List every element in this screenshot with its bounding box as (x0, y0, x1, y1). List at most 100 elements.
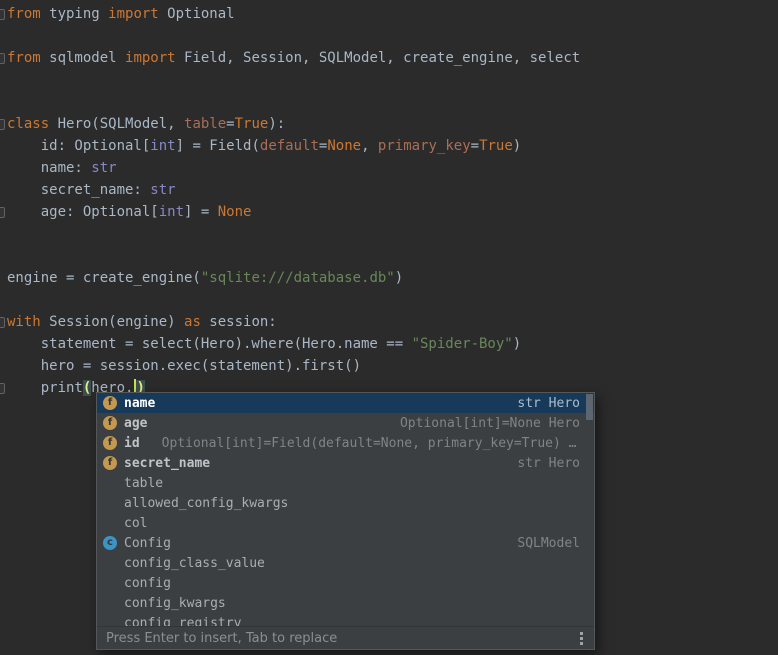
code-line[interactable]: name: str (0, 157, 778, 179)
code-token: typing (41, 6, 108, 22)
completion-item[interactable]: col (97, 513, 594, 533)
code-line[interactable]: age: Optional[int] = None (0, 201, 778, 223)
footer-hint: Press Enter to insert, Tab to replace (106, 631, 337, 646)
code-token: ) (395, 270, 403, 286)
more-options-icon[interactable] (578, 630, 585, 647)
code-line[interactable] (0, 91, 778, 113)
completion-item-label: col (124, 516, 147, 531)
code-line[interactable]: hero = session.exec(statement).first() (0, 355, 778, 377)
completion-item[interactable]: f secret_name str Hero (97, 453, 594, 473)
code-token: name: (7, 160, 91, 176)
completion-item[interactable]: c Config SQLModel (97, 533, 594, 553)
completion-item[interactable]: config_kwargs (97, 593, 594, 613)
code-token: class (7, 116, 49, 132)
code-token: None (218, 204, 252, 220)
completion-footer: Press Enter to insert, Tab to replace (97, 626, 594, 649)
completion-list: fnamestr HerofageOptional[int]=None Hero… (97, 393, 594, 626)
code-token: = (471, 138, 479, 154)
code-token: True (235, 116, 269, 132)
code-line[interactable]: statement = select(Hero).where(Hero.name… (0, 333, 778, 355)
code-token: "Spider-Boy" (412, 336, 513, 352)
code-token: ] = (184, 204, 218, 220)
code-line[interactable]: secret_name: str (0, 179, 778, 201)
code-line[interactable]: with Session(engine) as session: (0, 311, 778, 333)
code-token: ): (268, 116, 285, 132)
code-line[interactable] (0, 223, 778, 245)
completion-item[interactable]: fname str Hero (97, 393, 594, 413)
code-token: int (150, 138, 175, 154)
scrollbar-thumb[interactable] (586, 394, 593, 420)
gutter-fold-icon[interactable] (0, 9, 5, 20)
completion-item-label: allowed_config_kwargs (124, 496, 288, 511)
code-line[interactable]: from typing import Optional (0, 3, 778, 25)
completion-item-label: config_registry (124, 616, 241, 627)
completion-item-type-hint: SQLModel (517, 536, 580, 551)
code-token: session: (201, 314, 277, 330)
code-line[interactable] (0, 25, 778, 47)
code-line[interactable]: from sqlmodel import Field, Session, SQL… (0, 47, 778, 69)
completion-popup: fnamestr HerofageOptional[int]=None Hero… (96, 392, 595, 650)
code-line[interactable] (0, 245, 778, 267)
completion-item-label: name (124, 396, 155, 411)
code-token: id: Optional[ (7, 138, 150, 154)
completion-item-label: Config (124, 536, 171, 551)
code-token: ) (513, 336, 521, 352)
completion-item-label: id (124, 436, 140, 451)
code-line[interactable]: engine = create_engine("sqlite:///databa… (0, 267, 778, 289)
gutter-fold-icon[interactable] (0, 53, 5, 64)
code-token: print (7, 380, 83, 396)
code-token: Hero(SQLModel, (49, 116, 184, 132)
code-token: as (184, 314, 201, 330)
completion-item[interactable]: fage Optional[int]=None Hero (97, 413, 594, 433)
field-icon: f (103, 436, 117, 450)
class-icon: c (103, 536, 117, 550)
code-token: with (7, 314, 41, 330)
code-token: sqlmodel (41, 50, 125, 66)
completion-item-label: table (124, 476, 163, 491)
gutter-fold-icon[interactable] (0, 383, 5, 394)
code-token: True (479, 138, 513, 154)
completion-item[interactable]: config_registry (97, 613, 594, 626)
completion-item-type-hint: Optional[int]=None Hero (400, 416, 580, 431)
completion-item[interactable]: config (97, 573, 594, 593)
completion-item[interactable]: fid Optional[int]=Field(default=None, pri… (97, 433, 594, 453)
code-line[interactable] (0, 69, 778, 91)
completion-item[interactable]: config_class_value (97, 553, 594, 573)
code-token: None (327, 138, 361, 154)
code-token: secret_name: (7, 182, 150, 198)
code-token: from (7, 6, 41, 22)
completion-item-label: config_class_value (124, 556, 265, 571)
code-token: = (226, 116, 234, 132)
code-line[interactable] (0, 289, 778, 311)
code-token: hero = session.exec(statement).first() (7, 358, 361, 374)
completion-item-type-hint: str Hero (517, 456, 580, 471)
completion-item-type-hint: Optional[int]=Field(default=None, primar… (162, 436, 577, 451)
code-line[interactable]: class Hero(SQLModel, table=True): (0, 113, 778, 135)
code-token: ) (513, 138, 521, 154)
code-token: from (7, 50, 41, 66)
code-token: , (361, 138, 378, 154)
code-token: str (150, 182, 175, 198)
code-token: import (108, 6, 159, 22)
code-token: engine = create_engine( (7, 270, 201, 286)
gutter-fold-icon[interactable] (0, 119, 5, 130)
field-icon: f (103, 416, 117, 430)
code-token: "sqlite:///database.db" (201, 270, 395, 286)
gutter-fold-icon[interactable] (0, 207, 5, 218)
code-token: default (260, 138, 319, 154)
completion-item-label: config_kwargs (124, 596, 226, 611)
completion-item[interactable]: table (97, 473, 594, 493)
completion-item-label: config (124, 576, 171, 591)
field-icon: f (103, 396, 117, 410)
code-token: import (125, 50, 176, 66)
code-token: age: Optional[ (7, 204, 159, 220)
gutter-fold-icon[interactable] (0, 317, 5, 328)
code-line[interactable]: id: Optional[int] = Field(default=None, … (0, 135, 778, 157)
code-token: Optional (159, 6, 235, 22)
completion-item-type-hint: str Hero (517, 396, 580, 411)
completion-item-label: age (124, 416, 147, 431)
completion-item-label: secret_name (124, 456, 210, 471)
completion-item[interactable]: allowed_config_kwargs (97, 493, 594, 513)
field-icon: f (103, 456, 117, 470)
code-token: table (184, 116, 226, 132)
